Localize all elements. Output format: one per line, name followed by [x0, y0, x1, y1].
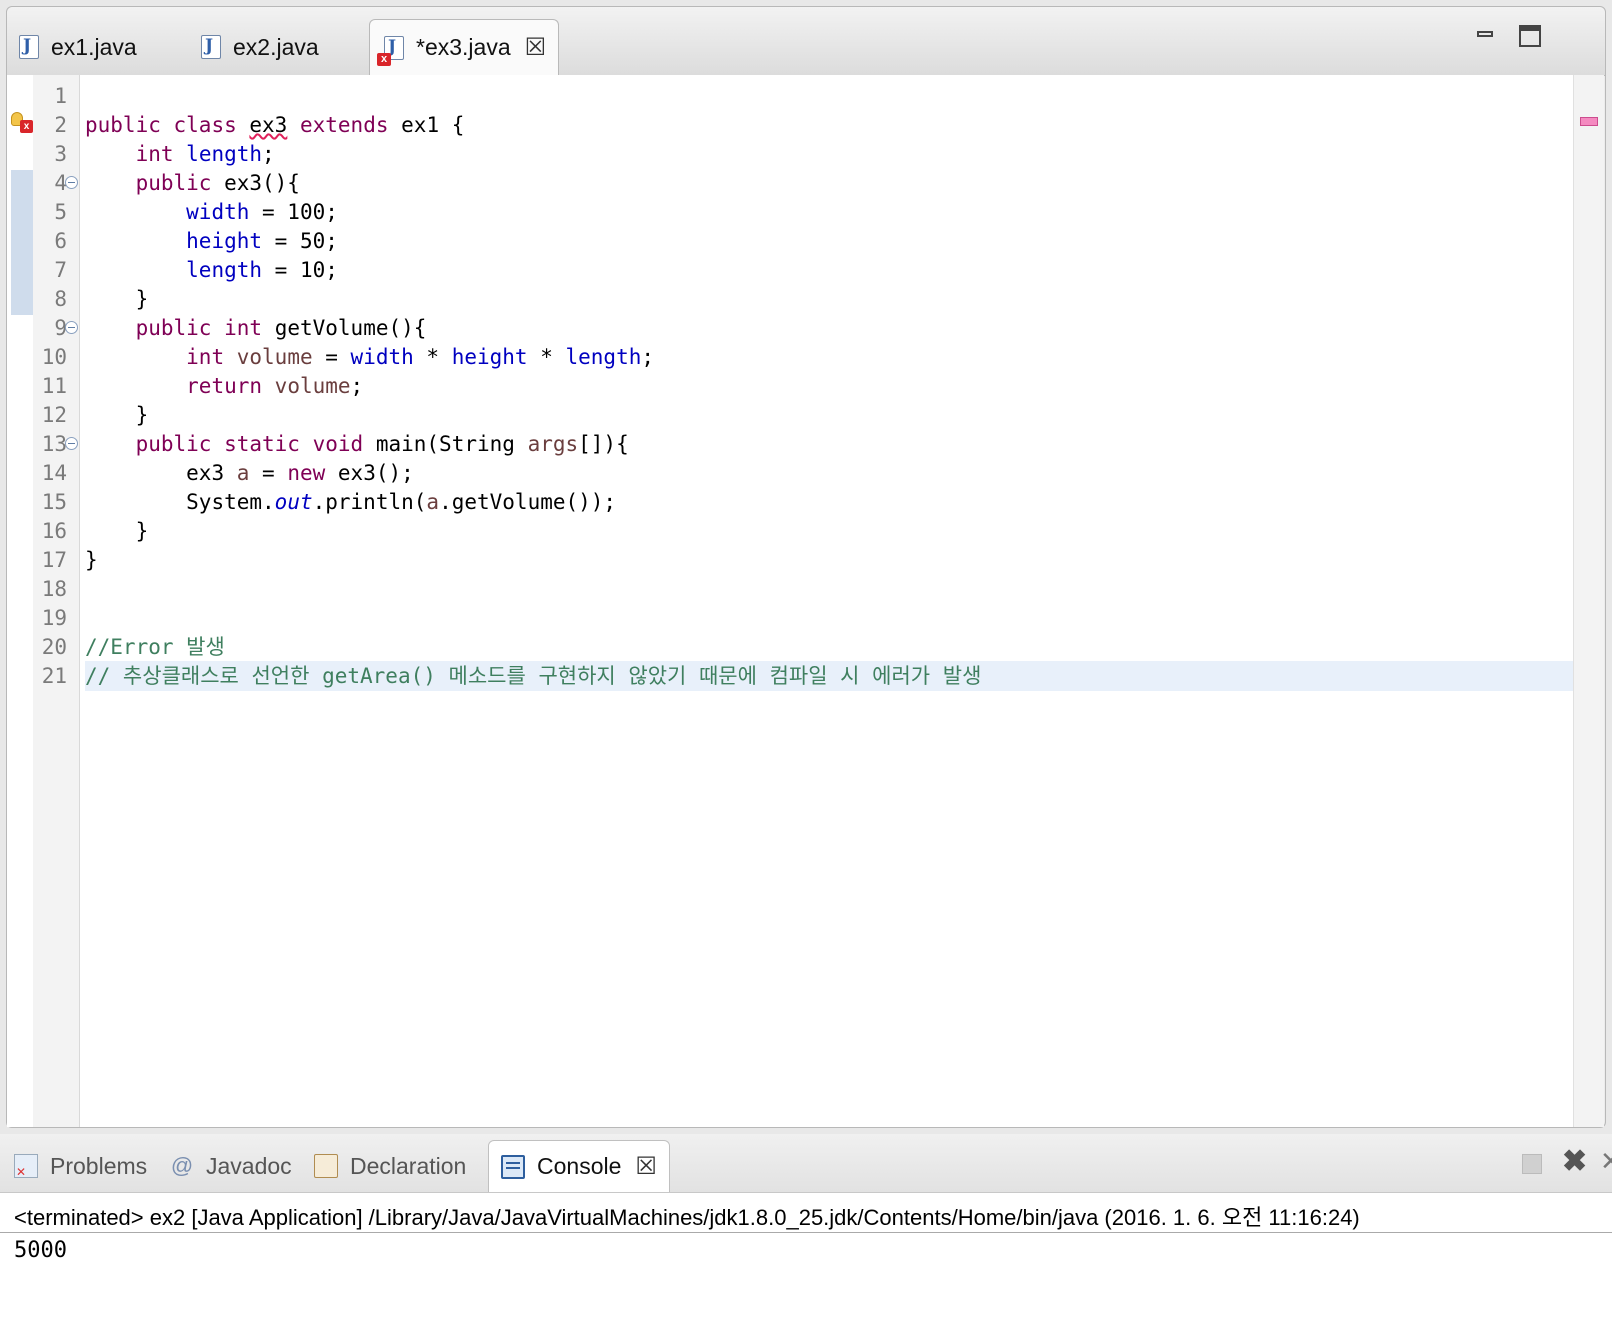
tab-ex1-java[interactable]: J ex1.java: [19, 19, 137, 75]
line-number: 9: [54, 316, 67, 340]
line-number: 10: [41, 345, 67, 369]
close-tab-icon[interactable]: ☒: [635, 1152, 657, 1181]
tab-javadoc[interactable]: @ Javadoc: [170, 1140, 292, 1192]
code-line: height = 50;: [186, 229, 338, 253]
code-editor[interactable]: x 1 2 3 4 5 6 7 8 9 10 11 12 13 14 15 16…: [7, 75, 1604, 1127]
remove-all-icon[interactable]: ✕: [1600, 1146, 1612, 1177]
line-number: 18: [41, 577, 67, 601]
line-number: 14: [41, 461, 67, 485]
bottom-panel: Problems @ Javadoc Declaration Console ☒…: [0, 1134, 1612, 1322]
code-text[interactable]: public class ex3 extends ex1 { int lengt…: [85, 75, 1574, 1127]
error-overview-marker[interactable]: [1580, 117, 1598, 126]
line-number: 2: [54, 113, 67, 137]
line-number: 12: [41, 403, 67, 427]
java-file-error-icon: Jx: [377, 35, 404, 66]
code-line: }: [135, 287, 149, 311]
line-number: 8: [54, 287, 67, 311]
minimize-icon[interactable]: [1475, 25, 1497, 47]
code-line-current: // 추상클래스로 선언한 getArea() 메소드를 구현하지 않았기 때문…: [85, 661, 1574, 691]
line-number: 17: [41, 548, 67, 572]
tab-label: ex1.java: [51, 33, 137, 60]
tab-label: *ex3.java: [416, 34, 511, 60]
tab-label: ex2.java: [233, 33, 319, 60]
code-line: ex3 a = new ex3();: [186, 461, 414, 485]
line-number: 13: [41, 432, 67, 456]
fold-collapse-icon[interactable]: [65, 176, 78, 189]
error-marker-icon[interactable]: x: [11, 112, 33, 134]
line-number: 1: [54, 84, 67, 108]
console-divider: [0, 1232, 1612, 1233]
tab-console[interactable]: Console ☒: [488, 1140, 670, 1192]
line-number: 4: [54, 171, 67, 195]
line-number: 7: [54, 258, 67, 282]
code-line: width = 100;: [186, 200, 338, 224]
code-line: //Error 발생: [85, 635, 225, 659]
java-file-icon: J: [19, 35, 39, 59]
line-number: 15: [41, 490, 67, 514]
tab-ex2-java[interactable]: J ex2.java: [201, 19, 319, 75]
code-line: System.out.println(a.getVolume());: [186, 490, 617, 514]
panel-tabbar: Problems @ Javadoc Declaration Console ☒…: [0, 1134, 1612, 1193]
close-tab-icon[interactable]: ☒: [525, 33, 547, 62]
remove-launch-icon[interactable]: ✖: [1562, 1144, 1587, 1179]
console-output[interactable]: 5000: [14, 1238, 67, 1263]
line-number: 20: [41, 635, 67, 659]
line-number: 16: [41, 519, 67, 543]
code-line: }: [85, 548, 98, 572]
editor-area: J ex1.java J ex2.java Jx *ex3.java ☒ x 1…: [6, 6, 1606, 1128]
problems-icon: [14, 1154, 38, 1179]
code-line: public static void main(String args[]){: [135, 432, 629, 456]
code-line: public class ex3 extends ex1 {: [85, 113, 465, 137]
tab-problems[interactable]: Problems: [14, 1140, 147, 1192]
console-status: <terminated> ex2 [Java Application] /Lib…: [14, 1205, 1360, 1230]
code-line: return volume;: [186, 374, 364, 398]
code-line: }: [135, 403, 149, 427]
fold-collapse-icon[interactable]: [65, 437, 78, 450]
java-file-icon: J: [201, 35, 221, 59]
editor-tabbar: J ex1.java J ex2.java Jx *ex3.java ☒: [7, 7, 1605, 76]
tab-label: Declaration: [350, 1152, 467, 1179]
tab-label: Console: [537, 1153, 622, 1179]
line-number: 5: [54, 200, 67, 224]
error-class-name: ex3: [249, 113, 288, 137]
maximize-icon[interactable]: [1519, 25, 1541, 47]
tab-declaration[interactable]: Declaration: [314, 1140, 466, 1192]
console-icon: [501, 1154, 525, 1179]
line-number: 11: [41, 374, 67, 398]
tab-label: Javadoc: [206, 1152, 292, 1179]
code-line: int volume = width * height * length;: [186, 345, 655, 369]
line-number: 21: [41, 664, 67, 688]
declaration-icon: [314, 1154, 338, 1178]
change-indicator: [11, 170, 33, 315]
overview-ruler: [1573, 75, 1604, 1127]
code-line: int length;: [135, 142, 275, 166]
code-line: length = 10;: [186, 258, 338, 282]
line-number: 19: [41, 606, 67, 630]
code-line: public int getVolume(){: [135, 316, 427, 340]
terminate-icon[interactable]: [1522, 1154, 1542, 1174]
line-number: 3: [54, 142, 67, 166]
tab-label: Problems: [50, 1152, 148, 1179]
code-line: }: [135, 519, 149, 543]
line-number: 6: [54, 229, 67, 253]
code-line: public ex3(){: [135, 171, 300, 195]
tab-ex3-java[interactable]: Jx *ex3.java ☒: [369, 19, 559, 75]
javadoc-icon: @: [170, 1153, 194, 1178]
fold-collapse-icon[interactable]: [65, 321, 78, 334]
